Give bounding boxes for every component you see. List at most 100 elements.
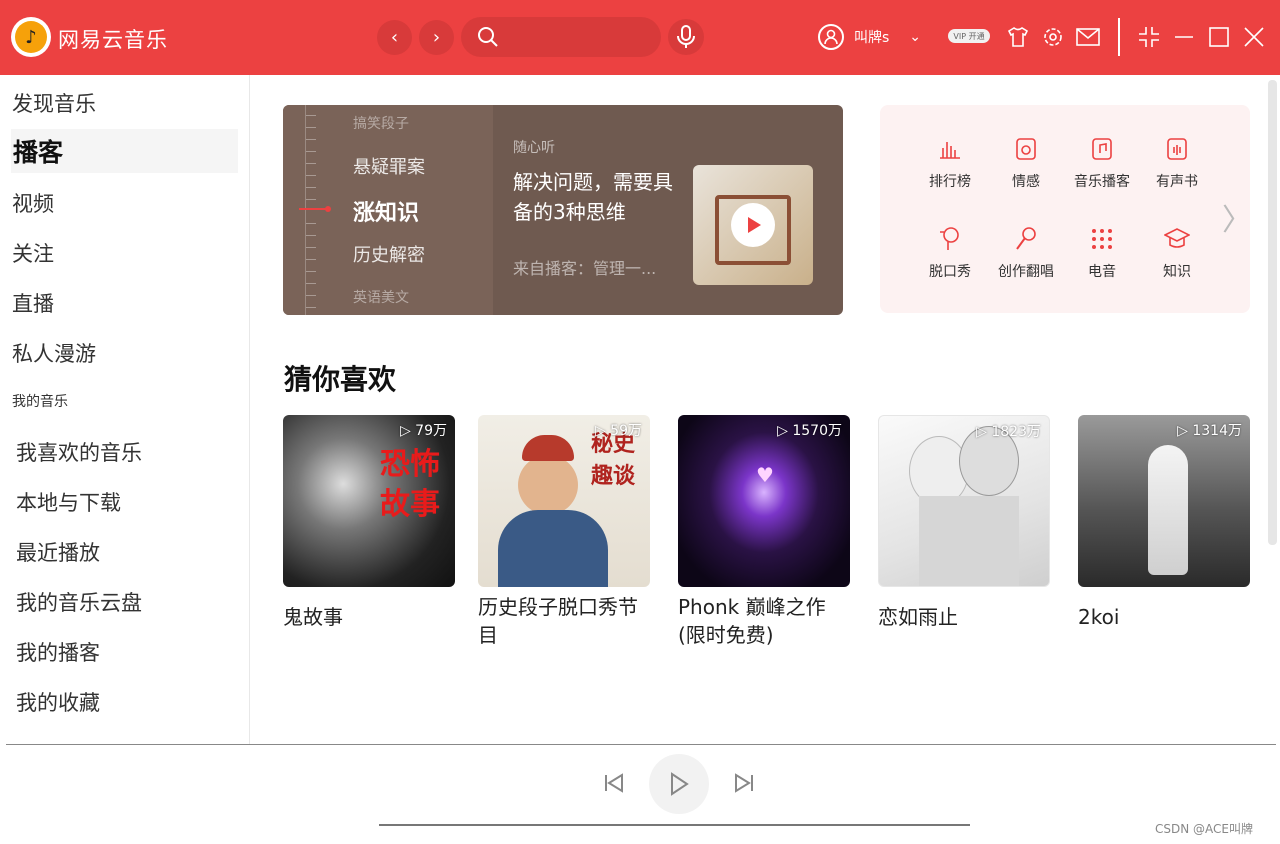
maximize-button[interactable] <box>1207 25 1231 49</box>
close-button[interactable] <box>1242 25 1266 49</box>
settings-button[interactable] <box>1041 25 1065 49</box>
play-count: ▷ 1314万 <box>1177 423 1242 439</box>
banner-source: 来自播客：管理一... <box>513 259 657 278</box>
next-button[interactable] <box>729 768 759 798</box>
sidebar-item-cloud[interactable]: 我的音乐云盘 <box>16 587 142 617</box>
progress-bar[interactable] <box>379 824 970 826</box>
sidebar-item-video[interactable]: 视频 <box>12 181 54 225</box>
scrollbar[interactable] <box>1268 80 1277 545</box>
search-input[interactable] <box>507 29 647 45</box>
category-rank[interactable]: 排行榜 <box>912 135 988 191</box>
podcast-banner[interactable]: 搞笑段子 悬疑罪案 涨知识 历史解密 英语美文 随心听 解决问题，需要具备的3种… <box>283 105 843 315</box>
category-label: 有声书 <box>1156 174 1198 190</box>
music-note-icon <box>1088 135 1116 163</box>
category-label: 音乐播客 <box>1074 174 1130 190</box>
mini-mode-button[interactable] <box>1137 25 1161 49</box>
audiobook-icon <box>1163 135 1191 163</box>
chevron-right-icon[interactable]: 〉 <box>1222 195 1252 239</box>
banner-title[interactable]: 解决问题，需要具备的3种思维 <box>513 167 683 227</box>
sidebar-item-follow[interactable]: 关注 <box>12 231 54 275</box>
search-box[interactable] <box>461 17 661 57</box>
sidebar-item-local-download[interactable]: 本地与下载 <box>16 487 121 517</box>
sidebar-item-live[interactable]: 直播 <box>12 281 54 325</box>
minimize-icon <box>1175 36 1193 38</box>
play-button[interactable] <box>731 203 775 247</box>
app-logo[interactable]: ♪ <box>11 17 51 57</box>
card-title[interactable]: 2koi <box>1078 603 1250 631</box>
sidebar-item-my-podcast[interactable]: 我的播客 <box>16 637 100 667</box>
sidebar-item-recent[interactable]: 最近播放 <box>16 537 100 567</box>
cover-text: 恐怖 故事 <box>380 447 440 522</box>
vip-badge[interactable]: VIP 开通 <box>948 29 990 43</box>
active-indicator-dot <box>325 206 331 212</box>
title-bar-divider <box>1118 18 1120 56</box>
card-title[interactable]: 历史段子脱口秀节目 <box>478 593 650 649</box>
card-cover[interactable]: ▷ 1823万 <box>878 415 1050 587</box>
podcast-card[interactable]: ▷ 1823万 恋如雨止 <box>878 415 1050 631</box>
chevron-right-icon: › <box>432 27 441 48</box>
category-item[interactable]: 英语美文 <box>353 287 409 307</box>
card-title[interactable]: 恋如雨止 <box>878 603 1050 631</box>
category-cover[interactable]: 创作翻唱 <box>988 225 1064 281</box>
category-item[interactable]: 悬疑罪案 <box>353 153 425 179</box>
minimize-button[interactable] <box>1172 25 1196 49</box>
mic-icon <box>1012 225 1040 253</box>
chevron-left-icon: ‹ <box>390 27 399 48</box>
title-bar: ♪ 网易云音乐 ‹ › 叫牌s ⌄ VIP 开通 <box>0 0 1280 75</box>
card-cover[interactable]: ▷ 1314万 <box>1078 415 1250 587</box>
forward-button[interactable]: › <box>419 20 454 55</box>
search-icon <box>478 27 498 47</box>
category-audiobook[interactable]: 有声书 <box>1139 135 1215 191</box>
microphone-icon <box>677 25 695 48</box>
previous-button[interactable] <box>599 768 629 798</box>
podcast-card[interactable]: 秘史 趣谈 ▷ 59万 历史段子脱口秀节目 <box>478 415 650 649</box>
category-label: 脱口秀 <box>929 264 971 280</box>
messages-button[interactable] <box>1076 25 1100 49</box>
category-item-active[interactable]: 涨知识 <box>353 195 419 227</box>
maximize-icon <box>1209 27 1229 47</box>
banner-cover[interactable] <box>693 165 813 285</box>
chart-icon <box>936 135 964 163</box>
category-item[interactable]: 搞笑段子 <box>353 113 409 133</box>
skip-next-icon <box>735 773 753 793</box>
category-wheel[interactable]: 搞笑段子 悬疑罪案 涨知识 历史解密 英语美文 <box>283 105 493 315</box>
category-edm[interactable]: 电音 <box>1064 225 1140 281</box>
graduation-cap-icon <box>1163 225 1191 253</box>
skin-button[interactable] <box>1006 25 1030 49</box>
category-label: 电音 <box>1088 264 1116 280</box>
card-cover[interactable]: ♥ ▷ 1570万 <box>678 415 850 587</box>
card-cover[interactable]: 秘史 趣谈 ▷ 59万 <box>478 415 650 587</box>
sidebar-item-personal-fm[interactable]: 私人漫游 <box>12 331 96 375</box>
user-menu[interactable]: 叫牌s ⌄ <box>818 24 921 50</box>
app-title: 网易云音乐 <box>58 28 168 52</box>
chevron-down-icon: ⌄ <box>909 29 922 45</box>
dots-grid-icon <box>1088 225 1116 253</box>
sidebar-item-discover[interactable]: 发现音乐 <box>12 81 96 125</box>
sidebar-item-collection[interactable]: 我的收藏 <box>16 687 100 717</box>
play-count: ▷ 79万 <box>399 423 447 439</box>
sidebar-section-my-music: 我的音乐 <box>12 394 68 410</box>
sidebar-item-podcast[interactable]: 播客 <box>11 129 238 173</box>
category-item[interactable]: 历史解密 <box>353 241 425 267</box>
sidebar-item-liked-music[interactable]: 我喜欢的音乐 <box>16 437 142 467</box>
category-knowledge[interactable]: 知识 <box>1139 225 1215 281</box>
back-button[interactable]: ‹ <box>377 20 412 55</box>
podcast-card[interactable]: ♥ ▷ 1570万 Phonk 巅峰之作(限时免费) <box>678 415 850 649</box>
category-music-podcast[interactable]: 音乐播客 <box>1064 135 1140 191</box>
heart-note-icon <box>1012 135 1040 163</box>
play-count: ▷ 1823万 <box>976 424 1041 440</box>
play-count: ▷ 59万 <box>594 423 642 439</box>
music-logo-icon: ♪ <box>15 21 47 53</box>
podcast-card[interactable]: ▷ 1314万 2koi <box>1078 415 1250 631</box>
category-emotion[interactable]: 情感 <box>988 135 1064 191</box>
podcast-card[interactable]: 恐怖 故事 ▷ 79万 鬼故事 <box>283 415 455 631</box>
play-icon <box>748 217 761 233</box>
voice-search-button[interactable] <box>668 19 704 55</box>
play-pause-button[interactable] <box>649 754 709 814</box>
figure-decoration <box>498 510 608 587</box>
card-cover[interactable]: 恐怖 故事 ▷ 79万 <box>283 415 455 587</box>
card-title[interactable]: Phonk 巅峰之作(限时免费) <box>678 593 850 649</box>
category-talkshow[interactable]: 脱口秀 <box>912 225 988 281</box>
user-avatar-icon <box>818 24 844 50</box>
card-title[interactable]: 鬼故事 <box>283 603 455 631</box>
